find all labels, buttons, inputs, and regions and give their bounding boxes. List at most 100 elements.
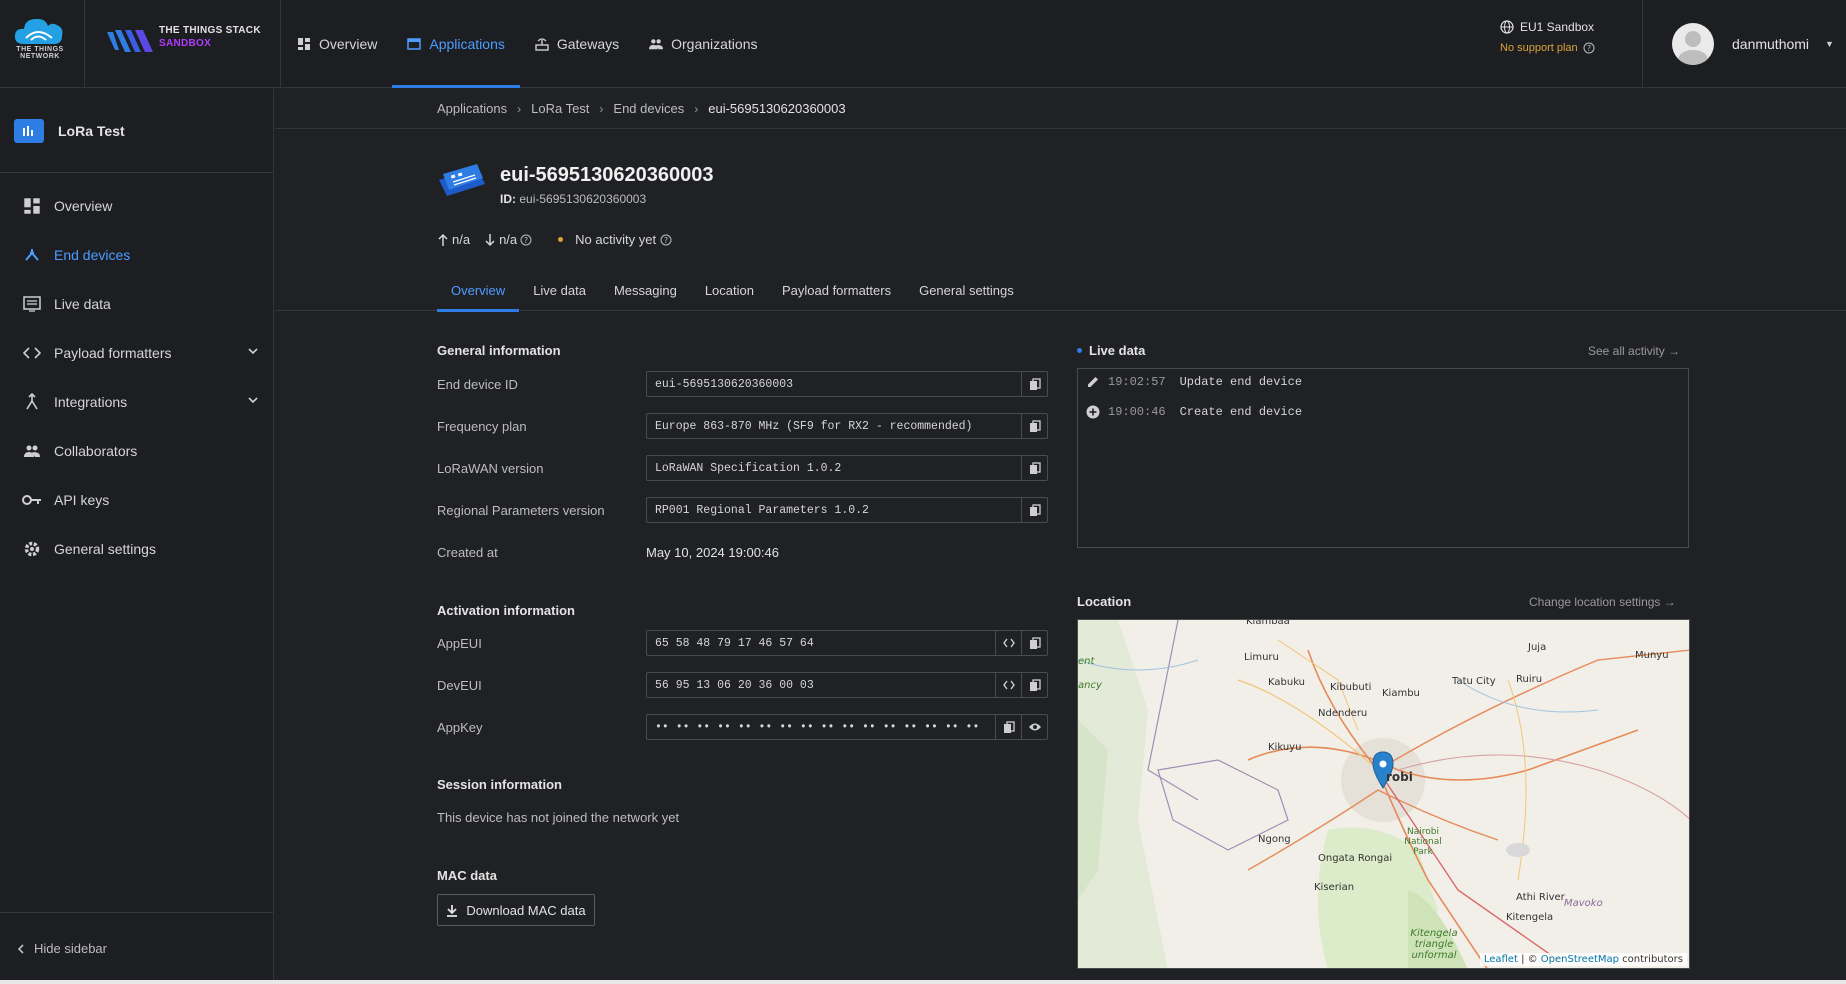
nav-applications-label: Applications	[429, 36, 505, 52]
tab-live-data[interactable]: Live data	[519, 270, 600, 311]
sidebar-item-payload-formatters[interactable]: Payload formatters	[0, 328, 273, 377]
event-row[interactable]: 19:02:57 Update end device	[1086, 375, 1302, 389]
appkey-value[interactable]: •• •• •• •• •• •• •• •• •• •• •• •• •• •…	[647, 721, 995, 734]
copy-button[interactable]	[1021, 414, 1047, 438]
sidebar-item-label: General settings	[54, 540, 156, 557]
sidebar: LoRa Test Overview End devices Live data…	[0, 89, 274, 984]
status-dot	[1077, 348, 1082, 353]
top-bar: THE THINGS NETWORK THE THINGS STACK SAND…	[0, 0, 1846, 88]
sidebar-item-live-data[interactable]: Live data	[0, 279, 273, 328]
end-device-icon	[439, 164, 485, 196]
copy-button[interactable]	[995, 715, 1021, 739]
map-attribution: Leaflet | © OpenStreetMap contributors	[1479, 953, 1687, 966]
osm-link[interactable]: OpenStreetMap	[1541, 954, 1619, 965]
map-label: Tatu City	[1452, 676, 1496, 687]
frequency-plan-label: Frequency plan	[437, 419, 527, 434]
tab-payload-formatters[interactable]: Payload formatters	[768, 270, 905, 311]
download-mac-data-button[interactable]: Download MAC data	[437, 894, 595, 926]
copy-icon	[1029, 419, 1041, 432]
tts-logo[interactable]: THE THINGS STACK SANDBOX	[85, 0, 281, 88]
copy-button[interactable]	[1021, 456, 1047, 480]
location-map[interactable]: Kiambaa Limuru Kabuku Kibubuti Kiambu Ta…	[1077, 619, 1690, 969]
lorawan-version-value[interactable]: LoRaWAN Specification 1.0.2	[647, 462, 1021, 475]
user-menu[interactable]: danmuthomi ▼	[1642, 0, 1846, 88]
region-info[interactable]: EU1 Sandbox No support plan ?	[1500, 20, 1650, 54]
sidebar-item-label: Overview	[54, 197, 113, 214]
application-icon	[14, 118, 44, 143]
nav-overview[interactable]: Overview	[282, 0, 392, 88]
nav-applications[interactable]: Applications	[392, 0, 520, 88]
sidebar-item-end-devices[interactable]: End devices	[0, 230, 273, 279]
tab-general-settings[interactable]: General settings	[905, 270, 1028, 311]
event-message: Update end device	[1179, 375, 1303, 389]
event-row[interactable]: 19:00:46 Create end device	[1086, 405, 1302, 419]
regional-params-value[interactable]: RP001 Regional Parameters 1.0.2	[647, 504, 1021, 517]
tab-messaging[interactable]: Messaging	[600, 270, 691, 311]
copy-button[interactable]	[1021, 673, 1047, 697]
map-label: Juja	[1528, 642, 1547, 653]
help-icon[interactable]: ?	[1583, 42, 1595, 54]
copy-button[interactable]	[1021, 498, 1047, 522]
session-status-text: This device has not joined the network y…	[437, 810, 680, 825]
map-label: robi	[1386, 770, 1413, 784]
map-label: Limuru	[1244, 652, 1279, 663]
activity-status: No activity yet	[575, 232, 657, 247]
deveui-label: DevEUI	[437, 678, 482, 693]
main-nav: Overview Applications Gateways Organizat…	[282, 0, 773, 88]
nav-gateways[interactable]: Gateways	[520, 0, 634, 88]
edit-icon	[1088, 377, 1098, 387]
breadcrumb-application[interactable]: LoRa Test	[531, 101, 589, 116]
sidebar-app-header[interactable]: LoRa Test	[0, 89, 273, 173]
chevron-down-icon	[248, 397, 258, 404]
tts-mark-icon	[107, 30, 153, 52]
frequency-plan-field: Europe 863-870 MHz (SF9 for RX2 - recomm…	[646, 413, 1048, 439]
code-icon	[1002, 638, 1015, 648]
integration-icon	[26, 392, 38, 409]
live-data-title-text: Live data	[1089, 343, 1146, 358]
end-device-id-value[interactable]: eui-5695130620360003	[647, 378, 1021, 391]
created-at-value: May 10, 2024 19:00:46	[646, 545, 779, 560]
hide-sidebar-button[interactable]: Hide sidebar	[0, 912, 274, 984]
breadcrumb-end-devices[interactable]: End devices	[613, 101, 684, 116]
map-label: ancy	[1078, 680, 1102, 691]
map-label: Kikuyu	[1268, 742, 1302, 753]
uplink-count: n/a	[452, 232, 471, 247]
devices-icon	[25, 248, 39, 261]
sidebar-item-api-keys[interactable]: API keys	[0, 475, 273, 524]
copy-icon	[1029, 461, 1041, 474]
map-label: Nairobi National Park	[1404, 827, 1442, 857]
show-secret-button[interactable]	[1021, 715, 1047, 739]
breadcrumb-applications[interactable]: Applications	[437, 101, 507, 116]
help-icon[interactable]: ?	[520, 234, 532, 246]
map-label: Kitengela triangle unformal	[1410, 928, 1458, 961]
copy-button[interactable]	[1021, 631, 1047, 655]
format-toggle-button[interactable]	[995, 631, 1021, 655]
copy-button[interactable]	[1021, 372, 1047, 396]
key-icon	[22, 494, 41, 505]
breadcrumb-current: eui-5695130620360003	[708, 101, 846, 116]
sidebar-item-general-settings[interactable]: General settings	[0, 524, 273, 573]
help-icon[interactable]: ?	[660, 234, 672, 246]
appkey-field: •• •• •• •• •• •• •• •• •• •• •• •• •• •…	[646, 714, 1048, 740]
page-title: eui-5695130620360003	[500, 164, 714, 186]
sidebar-item-integrations[interactable]: Integrations	[0, 377, 273, 426]
ttn-logo[interactable]: THE THINGS NETWORK	[0, 0, 85, 88]
appeui-value[interactable]: 65 58 48 79 17 46 57 64	[647, 637, 995, 650]
leaflet-link[interactable]: Leaflet	[1484, 954, 1518, 965]
location-title: Location	[1077, 594, 1132, 609]
nav-gateways-label: Gateways	[556, 36, 620, 52]
sidebar-item-label: Live data	[54, 295, 111, 312]
deveui-value[interactable]: 56 95 13 06 20 36 00 03	[647, 679, 995, 692]
tab-overview[interactable]: Overview	[437, 270, 520, 312]
change-location-link[interactable]: Change location settings →	[1529, 595, 1676, 609]
frequency-plan-value[interactable]: Europe 863-870 MHz (SF9 for RX2 - recomm…	[647, 420, 1021, 433]
activation-info-title: Activation information	[437, 603, 575, 618]
lorawan-version-label: LoRaWAN version	[437, 461, 544, 476]
tab-location[interactable]: Location	[691, 270, 768, 311]
map-label: Mavoko	[1564, 898, 1603, 909]
sidebar-item-overview[interactable]: Overview	[0, 181, 273, 230]
nav-organizations[interactable]: Organizations	[634, 0, 772, 88]
see-all-activity-link[interactable]: See all activity →	[1588, 344, 1680, 358]
sidebar-item-collaborators[interactable]: Collaborators	[0, 426, 273, 475]
format-toggle-button[interactable]	[995, 673, 1021, 697]
